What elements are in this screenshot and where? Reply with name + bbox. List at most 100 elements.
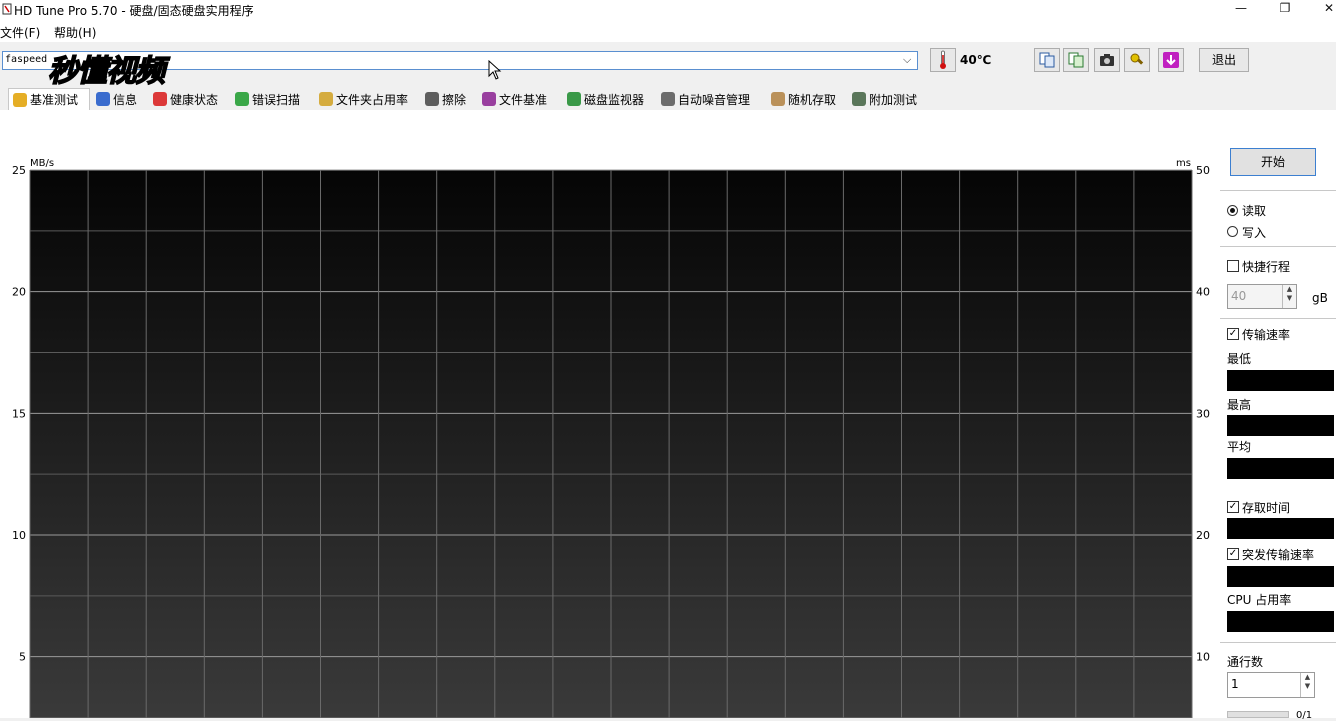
passes-spinner[interactable]: ▲ ▼ xyxy=(1300,673,1314,697)
tab-noise[interactable]: 自动噪音管理 xyxy=(657,88,764,110)
avg-label: 平均 xyxy=(1227,440,1252,454)
noise-icon xyxy=(661,92,675,106)
watermark-logo: 秒懂视频 xyxy=(47,53,166,90)
tab-label: 错误扫描 xyxy=(252,92,301,107)
tab-label: 基准测试 xyxy=(30,93,79,107)
y-right-tick-label: 10 xyxy=(1196,651,1210,664)
access-time-label: 存取时间 xyxy=(1242,501,1291,515)
menu-help[interactable]: 帮助(H) xyxy=(54,24,96,41)
divider xyxy=(1220,642,1336,643)
tab-health[interactable]: 健康状态 xyxy=(149,88,229,110)
y-left-tick-label: 10 xyxy=(12,529,26,542)
short-stroke-unit: gB xyxy=(1312,291,1328,305)
copy-info-icon xyxy=(1039,52,1055,68)
tab-label: 文件夹占用率 xyxy=(336,92,409,107)
save-button[interactable] xyxy=(1158,48,1184,72)
screenshot-icon xyxy=(1100,54,1114,66)
menu-bar xyxy=(0,20,1336,42)
thermometer-icon xyxy=(940,50,946,69)
tab-benchmark[interactable]: 基准测试 xyxy=(8,88,90,110)
tab-file-benchmark[interactable]: 文件基准 xyxy=(478,88,560,110)
erase-icon xyxy=(425,92,439,106)
benchmark-icon xyxy=(13,92,27,107)
temperature-readout: 40℃ xyxy=(960,53,992,67)
divider xyxy=(1220,246,1336,247)
y-right-tick-label: 50 xyxy=(1196,164,1210,177)
write-radio[interactable] xyxy=(1227,226,1238,237)
restore-button[interactable]: ❐ xyxy=(1263,0,1307,18)
menu-file[interactable]: 文件(F) xyxy=(0,24,40,41)
transfer-rate-label: 传输速率 xyxy=(1242,328,1291,342)
copy-report-icon xyxy=(1068,52,1084,68)
cpu-usage-label: CPU 占用率 xyxy=(1227,593,1292,607)
tab-label: 随机存取 xyxy=(788,92,837,107)
avg-value-box xyxy=(1227,458,1334,479)
passes-label: 通行数 xyxy=(1227,655,1264,669)
tab-label: 磁盘监视器 xyxy=(584,92,645,107)
access-time-value-box xyxy=(1227,518,1334,539)
max-value-box xyxy=(1227,415,1334,436)
exit-button[interactable]: 退出 xyxy=(1199,48,1249,72)
progress-bar xyxy=(1227,711,1289,718)
access-time-checkbox[interactable]: ✓ xyxy=(1227,501,1239,513)
divider xyxy=(1220,318,1336,319)
y-right-tick-label: 40 xyxy=(1196,286,1210,299)
cpu-usage-value-box xyxy=(1227,611,1334,632)
chevron-down-icon[interactable]: ⌵ xyxy=(903,53,911,67)
tab-label: 文件基准 xyxy=(499,92,548,107)
file-benchmark-icon xyxy=(482,92,496,106)
short-stroke-label: 快捷行程 xyxy=(1242,260,1291,274)
y-right-axis-label: ms xyxy=(1176,158,1191,169)
y-right-tick-label: 30 xyxy=(1196,407,1210,420)
burst-rate-label: 突发传输速率 xyxy=(1242,548,1315,562)
minimize-button[interactable]: — xyxy=(1219,0,1263,18)
folder-icon xyxy=(319,92,333,106)
write-label: 写入 xyxy=(1242,226,1267,240)
mouse-cursor-icon xyxy=(488,60,502,80)
y-right-tick-label: 20 xyxy=(1196,529,1210,542)
y-left-axis-label: MB/s xyxy=(30,158,54,169)
tab-erase[interactable]: 擦除 xyxy=(421,88,476,110)
tab-label: 自动噪音管理 xyxy=(678,92,751,107)
start-button[interactable]: 开始 xyxy=(1230,148,1316,176)
passes-value: 1 xyxy=(1231,677,1239,691)
min-label: 最低 xyxy=(1227,352,1252,366)
copy-info-button[interactable] xyxy=(1034,48,1060,72)
burst-rate-value-box xyxy=(1227,566,1334,587)
short-stroke-checkbox[interactable] xyxy=(1227,260,1239,272)
close-button[interactable]: ✕ xyxy=(1307,0,1336,18)
info-icon xyxy=(96,92,110,106)
transfer-rate-checkbox[interactable]: ✓ xyxy=(1227,328,1239,340)
disk-monitor-icon xyxy=(567,92,581,106)
benchmark-chart: MB/s ms 25 20 15 10 5 50 40 30 20 10 xyxy=(12,158,1210,718)
temperature-button[interactable] xyxy=(930,48,956,72)
options-icon xyxy=(1130,53,1144,65)
tab-disk-monitor[interactable]: 磁盘监视器 xyxy=(563,88,654,110)
short-stroke-value: 40 xyxy=(1231,289,1247,303)
divider xyxy=(1220,190,1336,191)
max-label: 最高 xyxy=(1227,398,1252,412)
progress-label: 0/1 xyxy=(1296,710,1313,721)
burst-rate-checkbox[interactable]: ✓ xyxy=(1227,548,1239,560)
tab-random-access[interactable]: 随机存取 xyxy=(767,88,845,110)
window-title: HD Tune Pro 5.70 - 硬盘/固态硬盘实用程序 xyxy=(14,4,254,18)
y-left-tick-label: 15 xyxy=(12,407,26,420)
tab-folder[interactable]: 文件夹占用率 xyxy=(315,88,418,110)
y-left-tick-label: 5 xyxy=(19,651,26,664)
random-access-icon xyxy=(771,92,785,106)
screenshot-button[interactable] xyxy=(1094,48,1120,72)
y-left-tick-label: 20 xyxy=(12,286,26,299)
tab-label: 附加测试 xyxy=(869,92,918,107)
health-icon xyxy=(153,92,167,106)
tab-extra-tests[interactable]: 附加测试 xyxy=(848,88,926,110)
y-left-tick-label: 25 xyxy=(12,164,26,177)
short-stroke-spinner[interactable]: ▲ ▼ xyxy=(1282,285,1296,308)
tab-error-scan[interactable]: 错误扫描 xyxy=(231,88,313,110)
tab-label: 信息 xyxy=(113,92,138,107)
error-scan-icon xyxy=(235,92,249,106)
read-radio[interactable] xyxy=(1227,205,1238,216)
options-button[interactable] xyxy=(1124,48,1150,72)
extra-tests-icon xyxy=(852,92,866,106)
copy-report-button[interactable] xyxy=(1063,48,1089,72)
tab-info[interactable]: 信息 xyxy=(92,88,146,110)
